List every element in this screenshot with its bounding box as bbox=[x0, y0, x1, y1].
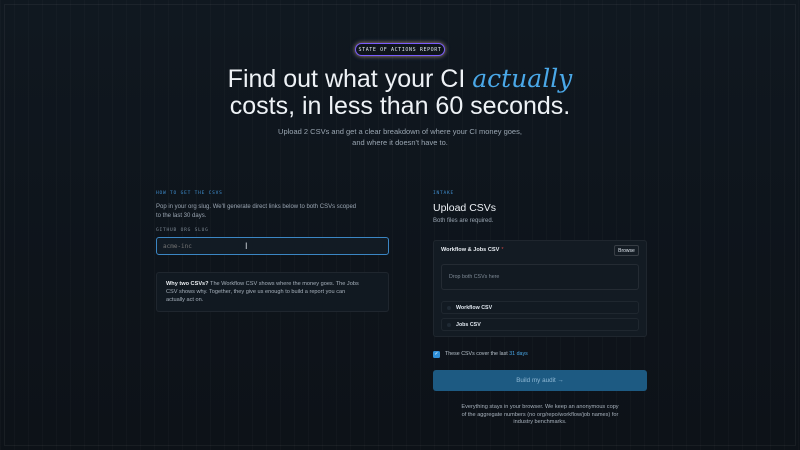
browse-button[interactable]: Browse bbox=[614, 245, 639, 256]
why-two-csvs-heading: Why two CSVs? bbox=[166, 281, 209, 287]
report-badge: STATE OF ACTIONS REPORT bbox=[355, 43, 445, 56]
how-to-description-line2: to the last 30 days. bbox=[156, 213, 207, 219]
how-to-description: Pop in your org slug. We'll generate dir… bbox=[156, 203, 356, 221]
file-row-workflow-csv: Workflow CSV bbox=[441, 301, 639, 314]
csv-card-title-text: Workflow & Jobs CSV bbox=[441, 247, 500, 253]
file-row-jobs-csv: Jobs CSV bbox=[441, 318, 639, 331]
page: STATE OF ACTIONS REPORT Find out what yo… bbox=[0, 0, 800, 450]
privacy-note: Everything stays in your browser. We kee… bbox=[433, 404, 647, 427]
why-two-csvs-note: Why two CSVs? The Workflow CSV shows whe… bbox=[156, 272, 389, 312]
org-slug-input[interactable] bbox=[156, 237, 389, 255]
hero-title-line2: costs, in less than 60 seconds. bbox=[229, 92, 571, 120]
how-to-description-line1: Pop in your org slug. We'll generate dir… bbox=[156, 204, 357, 210]
org-slug-label: GITHUB ORG SLUG bbox=[156, 228, 209, 233]
hero-subtitle-line1: Upload 2 CSVs and get a clear breakdown … bbox=[278, 127, 522, 136]
privacy-note-line3: industry benchmarks. bbox=[513, 419, 567, 426]
text-cursor-icon: I bbox=[245, 241, 248, 251]
required-note: Both files are required. bbox=[433, 218, 494, 224]
coverage-checkbox[interactable]: ✓ bbox=[433, 351, 440, 358]
build-audit-button[interactable]: Build my audit → bbox=[433, 370, 647, 391]
why-two-csvs-line3: actually act on. bbox=[166, 297, 204, 304]
hero-title-accent: actually bbox=[472, 64, 573, 93]
upload-title: Upload CSVs bbox=[433, 202, 497, 214]
hero-title: Find out what your CI actually costs, in… bbox=[0, 65, 800, 120]
why-two-csvs-line1: The Workflow CSV shows where the money g… bbox=[208, 281, 359, 287]
privacy-note-line1: Everything stays in your browser. We kee… bbox=[461, 404, 619, 410]
intake-section-label: INTAKE bbox=[433, 191, 455, 196]
hero-subtitle: Upload 2 CSVs and get a clear breakdown … bbox=[0, 126, 800, 148]
coverage-label-text: These CSVs cover the last bbox=[445, 351, 508, 357]
csv-dropzone[interactable]: Drop both CSVs here bbox=[441, 264, 639, 290]
privacy-note-line2: of the aggregate numbers (no org/repo/wo… bbox=[461, 411, 619, 418]
hero-subtitle-line2: and where it doesn't have to. bbox=[352, 138, 448, 147]
coverage-label: These CSVs cover the last 31 days bbox=[445, 351, 528, 358]
why-two-csvs-line2: CSV shows why. Together, they give us en… bbox=[166, 289, 346, 296]
how-to-section-label: HOW TO GET THE CSVS bbox=[156, 191, 223, 196]
coverage-days-link[interactable]: 31 days bbox=[509, 351, 528, 357]
csv-card-title: Workflow & Jobs CSV * bbox=[441, 247, 504, 253]
required-mark: * bbox=[501, 247, 504, 253]
hero-title-text: Find out what your CI bbox=[227, 65, 473, 93]
